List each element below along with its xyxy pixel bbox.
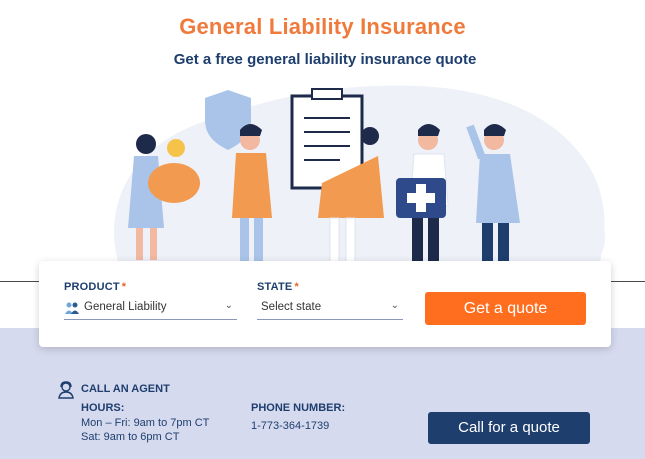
piggy-bank-icon — [148, 163, 200, 203]
hours-label: HOURS: — [81, 402, 125, 414]
chevron-down-icon: ⌄ — [390, 300, 399, 311]
hours-weekday: Mon – Fri: 9am to 7pm CT — [81, 417, 210, 429]
agent-icon — [58, 381, 74, 399]
chevron-down-icon: ⌄ — [224, 300, 233, 311]
state-label: STATE * — [257, 281, 299, 293]
hero-illustration — [113, 85, 605, 268]
call-for-quote-button[interactable]: Call for a quote — [428, 412, 590, 444]
product-value: General Liability — [84, 301, 167, 313]
page-subtitle: Get a free general liability insurance q… — [173, 51, 477, 68]
product-select[interactable]: General Liability ⌄ — [64, 297, 237, 320]
quote-form-card: PRODUCT * General Liability ⌄ STATE * Sele… — [39, 261, 611, 347]
state-select[interactable]: Select state ⌄ — [257, 297, 403, 320]
page-title: General Liability Insurance — [179, 14, 466, 39]
get-quote-button[interactable]: Get a quote — [425, 292, 586, 325]
call-agent-heading: CALL AN AGENT — [81, 383, 170, 395]
phone-number[interactable]: 1-773-364-1739 — [251, 420, 329, 432]
hours-saturday: Sat: 9am to 6pm CT — [81, 431, 180, 443]
people-icon — [65, 302, 79, 314]
phone-label: PHONE NUMBER: — [251, 402, 346, 414]
state-value: Select state — [261, 301, 322, 313]
product-label: PRODUCT * — [64, 281, 127, 293]
